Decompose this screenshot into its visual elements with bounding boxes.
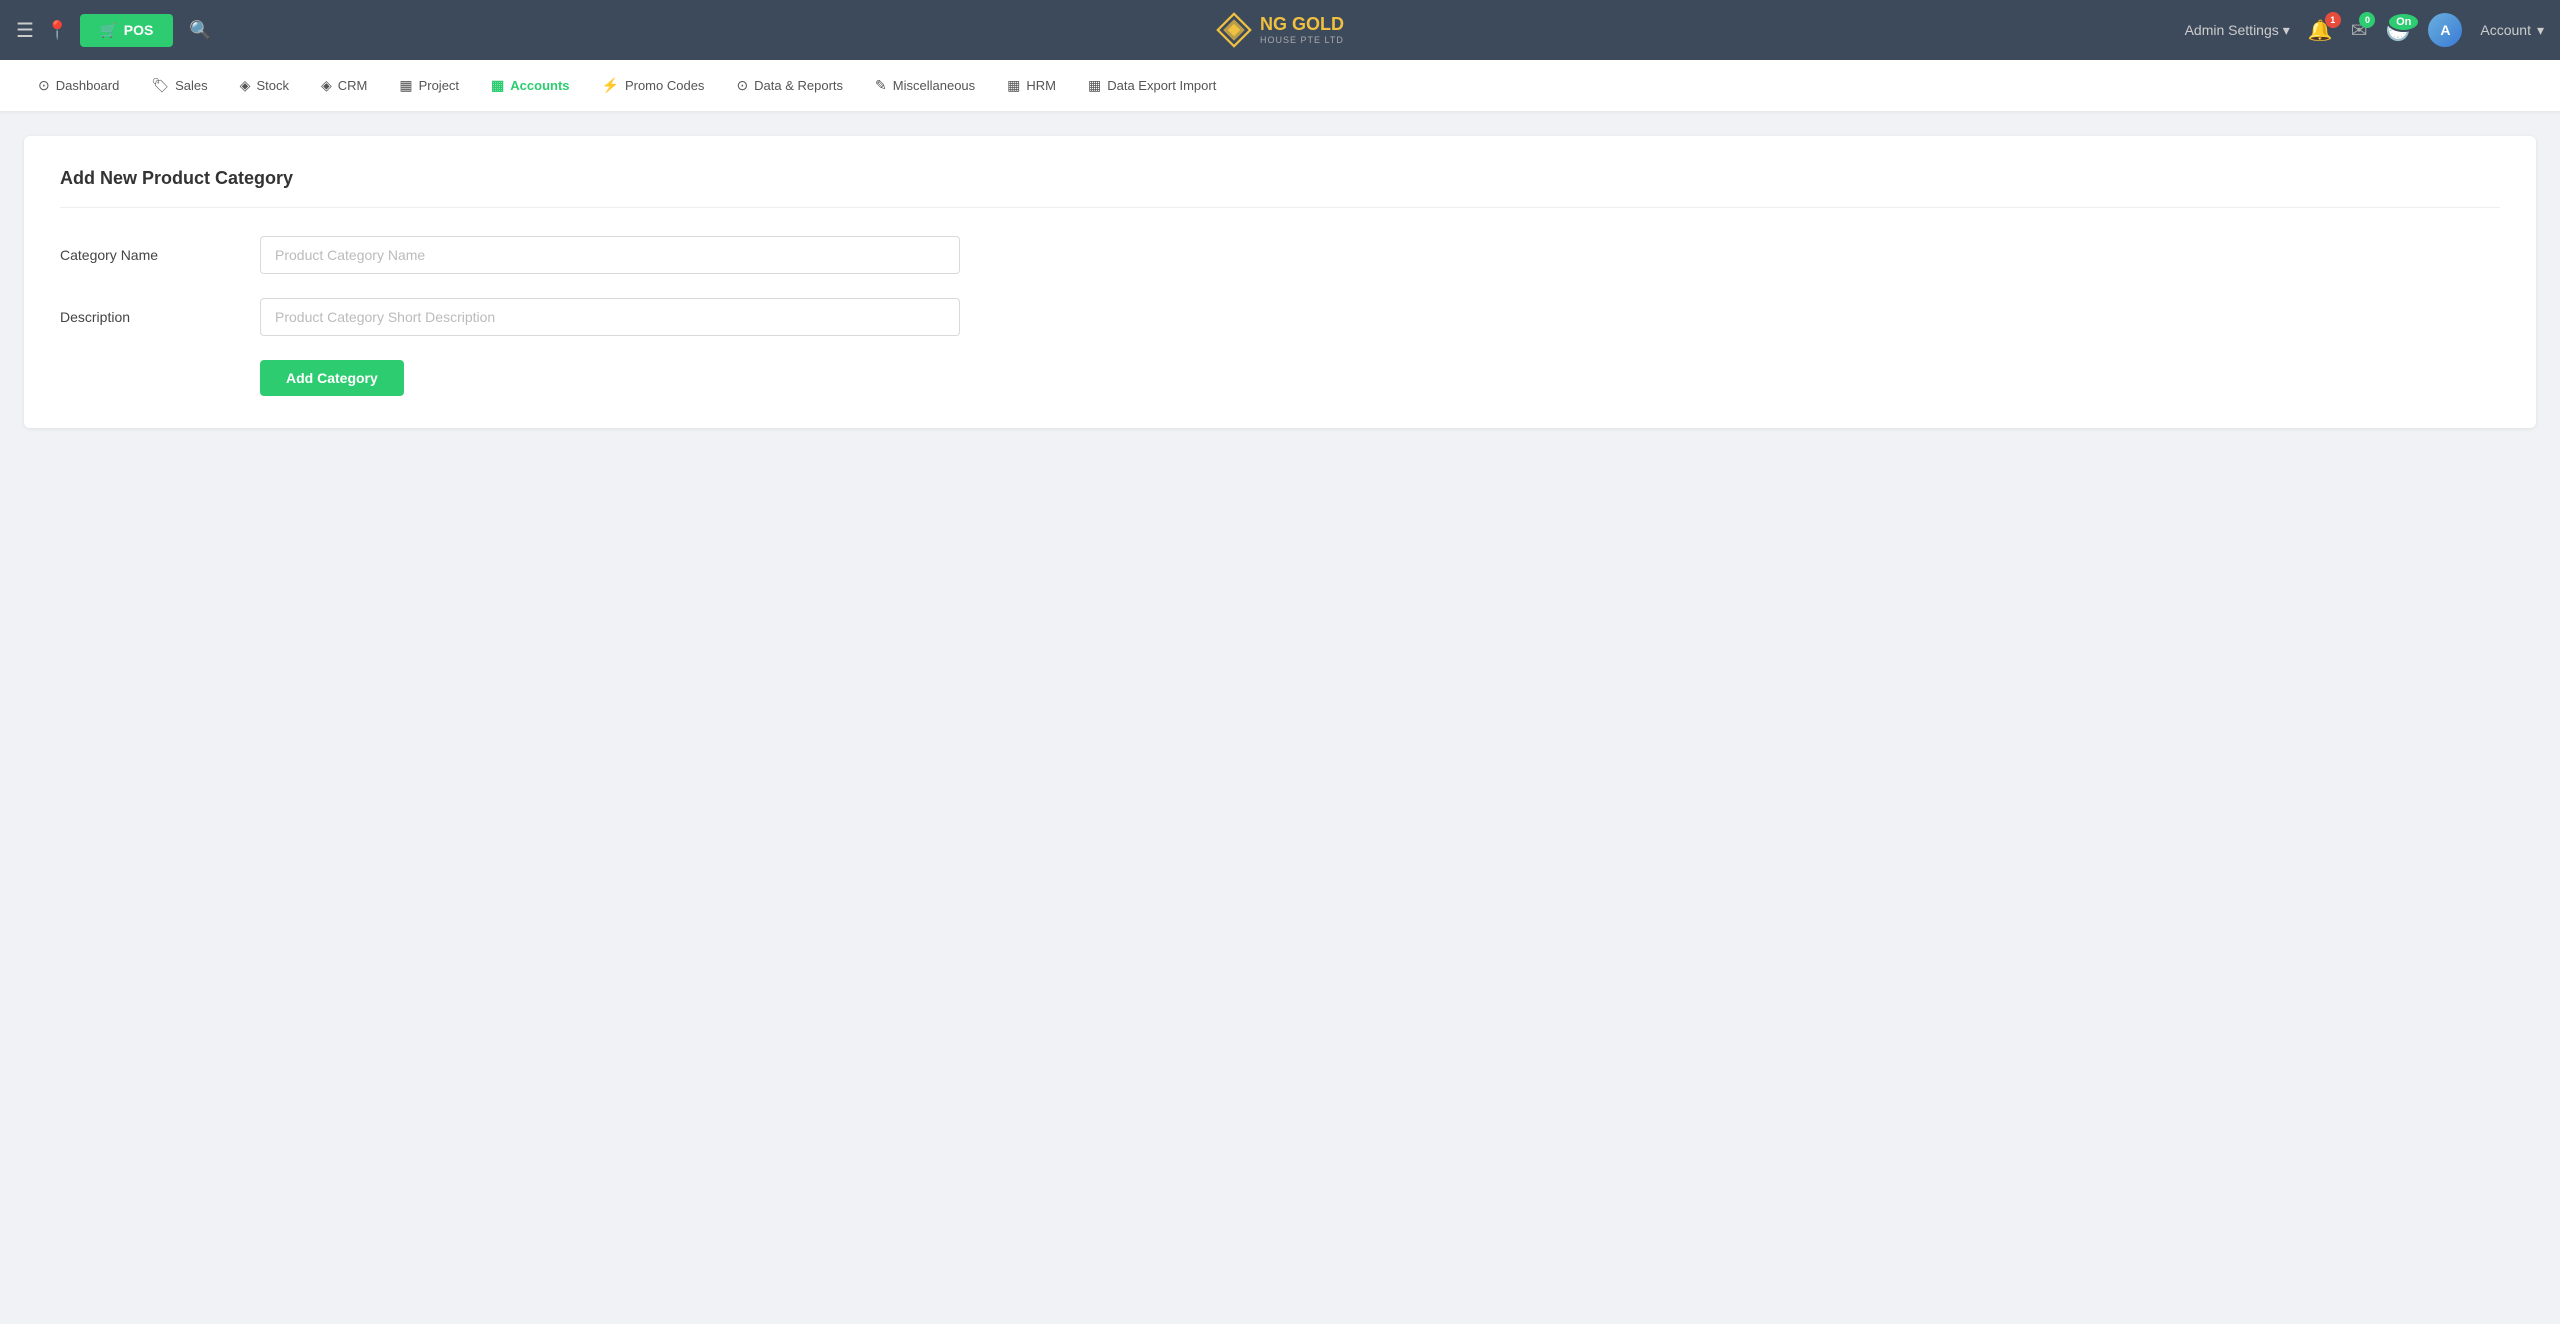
search-icon[interactable]: 🔍 xyxy=(189,20,211,41)
sidebar-item-sales[interactable]: 🏷 Sales xyxy=(137,69,221,102)
nav-right-section: Admin Settings ▾ 🔔 1 ✉ 0 🕐 On A Account … xyxy=(2185,13,2544,47)
clock-button[interactable]: 🕐 On xyxy=(2385,18,2410,43)
description-input[interactable] xyxy=(260,298,960,336)
add-product-category-card: Add New Product Category Category Name D… xyxy=(24,136,2536,428)
category-name-row: Category Name xyxy=(60,236,2500,274)
category-name-input[interactable] xyxy=(260,236,960,274)
chevron-down-icon: ▾ xyxy=(2283,22,2290,39)
description-label: Description xyxy=(60,309,260,325)
top-navbar: ☰ 📍 🛒 POS 🔍 NG GOLD HOUSE PTE LTD Admin … xyxy=(0,0,2560,60)
avatar: A xyxy=(2428,13,2462,47)
form-actions: Add Category xyxy=(60,360,2500,396)
logo-diamond-icon xyxy=(1216,12,1252,48)
description-row: Description xyxy=(60,298,2500,336)
hamburger-button[interactable]: ☰ xyxy=(16,18,34,43)
pos-icon: 🛒 xyxy=(100,22,117,39)
stock-icon: ◈ xyxy=(240,77,251,94)
secondary-nav: ⊙ Dashboard 🏷 Sales ◈ Stock ◈ CRM ▦ Proj… xyxy=(0,60,2560,112)
location-icon: 📍 xyxy=(46,20,68,41)
sidebar-item-accounts[interactable]: ▦ Accounts xyxy=(477,69,583,102)
account-button[interactable]: Account ▾ xyxy=(2480,22,2544,39)
accounts-icon: ▦ xyxy=(491,77,504,94)
add-category-button[interactable]: Add Category xyxy=(260,360,404,396)
data-export-icon: ▦ xyxy=(1088,77,1101,94)
sidebar-item-dashboard[interactable]: ⊙ Dashboard xyxy=(24,69,133,102)
logo-sub: HOUSE PTE LTD xyxy=(1260,35,1344,45)
main-content: Add New Product Category Category Name D… xyxy=(0,112,2560,452)
sidebar-item-data-reports[interactable]: ⊙ Data & Reports xyxy=(722,69,857,102)
miscellaneous-icon: ✎ xyxy=(875,77,887,94)
category-name-label: Category Name xyxy=(60,247,260,263)
sidebar-item-promo-codes[interactable]: ⚡ Promo Codes xyxy=(588,69,719,102)
admin-settings-button[interactable]: Admin Settings ▾ xyxy=(2185,22,2290,39)
form-title: Add New Product Category xyxy=(60,168,2500,208)
hrm-icon: ▦ xyxy=(1007,77,1020,94)
sidebar-item-hrm[interactable]: ▦ HRM xyxy=(993,69,1070,102)
sidebar-item-stock[interactable]: ◈ Stock xyxy=(226,69,303,102)
sidebar-item-data-export[interactable]: ▦ Data Export Import xyxy=(1074,69,1230,102)
notification-badge: 1 xyxy=(2325,12,2341,28)
data-reports-icon: ⊙ xyxy=(736,77,748,94)
dashboard-icon: ⊙ xyxy=(38,77,50,94)
online-status-badge: On xyxy=(2387,12,2420,32)
sales-icon: 🏷 xyxy=(151,77,169,94)
account-chevron-icon: ▾ xyxy=(2537,22,2544,39)
message-badge: 0 xyxy=(2359,12,2375,28)
sidebar-item-crm[interactable]: ◈ CRM xyxy=(307,69,381,102)
logo-text: NG GOLD xyxy=(1260,15,1344,35)
promo-codes-icon: ⚡ xyxy=(602,77,619,94)
project-icon: ▦ xyxy=(399,77,412,94)
sidebar-item-project[interactable]: ▦ Project xyxy=(385,69,473,102)
crm-icon: ◈ xyxy=(321,77,332,94)
sidebar-item-miscellaneous[interactable]: ✎ Miscellaneous xyxy=(861,69,989,102)
notifications-button[interactable]: 🔔 1 xyxy=(2308,18,2333,43)
app-logo: NG GOLD HOUSE PTE LTD xyxy=(1216,12,1344,48)
messages-button[interactable]: ✉ 0 xyxy=(2351,18,2368,43)
pos-button[interactable]: 🛒 POS xyxy=(80,14,173,47)
